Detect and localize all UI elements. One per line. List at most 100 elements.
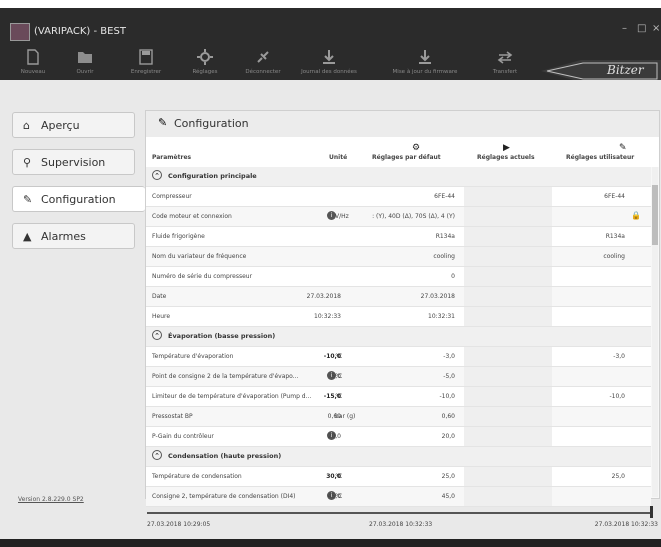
actual-column-shade (464, 427, 552, 446)
new-file-icon (24, 48, 42, 66)
actual-column-shade (464, 307, 552, 326)
table-row[interactable]: Date 27.03.2018 27.03.2018 (146, 287, 651, 307)
section-header[interactable]: ⌃ Configuration principale (146, 167, 651, 187)
section-header[interactable]: ⌃ Évaporation (basse pression) (146, 327, 651, 347)
cell-param: Nom du variateur de fréquence (152, 253, 247, 260)
sidebar-item-alarmes[interactable]: ▲ Alarmes (12, 223, 135, 249)
gear-icon: ⚙ (412, 143, 421, 153)
table-row[interactable]: Code moteur et connexion i V/Hz: (Y), 40D … (146, 207, 651, 227)
close-button[interactable]: × (652, 23, 660, 34)
version-link[interactable]: Version 2.8.229.0 SP2 (18, 496, 84, 503)
cell-user[interactable]: -3,0 (613, 353, 625, 360)
actual-column-shade (464, 207, 552, 226)
lock-icon: 🔒 (631, 211, 641, 220)
cell-param: Compresseur (152, 193, 192, 200)
bottom-edge (0, 539, 661, 547)
collapse-icon[interactable]: ⌃ (152, 450, 162, 460)
minimize-button[interactable]: – (622, 23, 627, 34)
cell-user[interactable]: 6FE-44 (604, 193, 625, 200)
cell-actual: 45,0 (441, 493, 455, 500)
toolbar-open-button[interactable]: Ouvrir (62, 48, 108, 75)
cell-user[interactable]: R134a (606, 233, 625, 240)
toolbar-save-button[interactable]: Enregistrer (128, 48, 164, 75)
column-unit: Unité (329, 154, 348, 161)
table-row[interactable]: Numéro de série du compresseur 0 (146, 267, 651, 287)
column-actual: Réglages actuels (477, 154, 535, 161)
collapse-icon[interactable]: ⌃ (152, 330, 162, 340)
toolbar-transfer-button[interactable]: Transfert (480, 48, 530, 75)
section-title: Configuration principale (168, 172, 257, 180)
cell-param: Pressostat BP (152, 413, 193, 420)
panel-header: ✎ Configuration (146, 111, 659, 138)
disconnect-plug-icon (254, 48, 272, 66)
table-row[interactable]: Limiteur de de température d'évaporation… (146, 387, 651, 407)
table-row[interactable]: Fluide frigorigène R134a R134a (146, 227, 651, 247)
table-row[interactable]: Température de condensation °C 30,0 25,0 25,… (146, 467, 651, 487)
window-title: (VARIPACK) - BEST (34, 26, 126, 37)
configuration-panel: ✎ Configuration Paramètres Unité ⚙ Régla… (145, 110, 660, 507)
table-row[interactable]: Compresseur 6FE-44 6FE-44 (146, 187, 651, 207)
toolbar-datalog-button[interactable]: Journal des données (300, 48, 358, 75)
cell-param: Heure (152, 313, 171, 320)
toolbar-settings-button[interactable]: Réglages (183, 48, 227, 75)
section-header[interactable]: ⌃ Condensation (haute pression) (146, 447, 651, 467)
cell-default: -5,0 (329, 373, 341, 380)
cell-default: 45,0 (327, 493, 341, 500)
cell-actual: cooling (433, 253, 455, 260)
time-slider-track[interactable] (147, 512, 652, 514)
column-user: Réglages utilisateur (566, 154, 635, 161)
actual-column-shade (464, 347, 552, 366)
pencil-icon: ✎ (619, 143, 627, 153)
actual-column-shade (464, 187, 552, 206)
time-slider[interactable]: 27.03.2018 10:29:05 27.03.2018 10:32:33 … (145, 504, 658, 534)
actual-column-shade (464, 287, 552, 306)
table-row[interactable]: Nom du variateur de fréquence cooling cool… (146, 247, 651, 267)
time-slider-thumb[interactable] (650, 506, 653, 518)
section-title: Évaporation (basse pression) (168, 332, 276, 340)
table-row[interactable]: Température d'évaporation °C -10,0 -3,0 -3,0 (146, 347, 651, 367)
collapse-icon[interactable]: ⌃ (152, 170, 162, 180)
home-icon: ⌂ (23, 119, 30, 132)
column-default: Réglages par défaut (372, 154, 441, 161)
toolbar-firmware-button[interactable]: Mise à jour du firmware (382, 48, 468, 75)
scrollbar-thumb[interactable] (652, 185, 658, 245)
actual-column-shade (464, 367, 552, 386)
play-icon: ▶ (503, 143, 510, 153)
cell-user[interactable]: cooling (603, 253, 625, 260)
cell-param: Consigne 2, température de condensation … (152, 493, 296, 500)
sidebar-item-supervision[interactable]: ⚲ Supervision (12, 149, 135, 175)
table-row[interactable]: P-Gain du contrôleur i 20,0 20,0 (146, 427, 651, 447)
cell-actual: -5,0 (443, 373, 455, 380)
toolbar-new-button[interactable]: Nouveau (8, 48, 58, 75)
main-content: ⌂ Aperçu ⚲ Supervision ✎ Configuration ▲… (0, 80, 661, 539)
panel-title: Configuration (174, 117, 249, 130)
actual-column-shade (464, 227, 552, 246)
timeline-end: 27.03.2018 10:32:33 (594, 521, 658, 528)
wrench-icon: ✎ (23, 193, 33, 206)
sidebar-item-apercu[interactable]: ⌂ Aperçu (12, 112, 135, 138)
cell-user[interactable]: -10,0 (609, 393, 625, 400)
cell-param: Limiteur de de température d'évaporation… (152, 393, 312, 400)
maximize-button[interactable]: □ (637, 23, 646, 34)
actual-column-shade (464, 267, 552, 286)
cell-param: Date (152, 293, 167, 300)
cell-param: Température d'évaporation (152, 353, 234, 360)
save-icon (137, 48, 155, 66)
table-row[interactable]: Pressostat BP bar (g) 0,60 0,60 (146, 407, 651, 427)
vertical-scrollbar[interactable] (652, 167, 658, 497)
table-row[interactable]: Heure 10:32:33 10:32:31 (146, 307, 651, 327)
cell-param: Code moteur et connexion (152, 213, 232, 220)
cell-actual: 20,0 (441, 433, 455, 440)
download-log-icon (320, 48, 338, 66)
cell-actual: 25,0 (441, 473, 455, 480)
toolbar-disconnect-button[interactable]: Déconnecter (235, 48, 291, 75)
actual-column-shade (464, 247, 552, 266)
section-title: Condensation (haute pression) (168, 452, 282, 460)
column-header: Paramètres Unité ⚙ Réglages par défaut ▶… (146, 137, 659, 167)
cell-param: Point de consigne 2 de la température d'… (152, 373, 299, 380)
table-row[interactable]: Point de consigne 2 de la température d'… (146, 367, 651, 387)
cell-actual: -10,0 (439, 393, 455, 400)
sidebar-item-configuration[interactable]: ✎ Configuration (12, 186, 145, 212)
cell-user[interactable]: 25,0 (612, 473, 625, 480)
cell-actual: 0 (451, 273, 455, 280)
